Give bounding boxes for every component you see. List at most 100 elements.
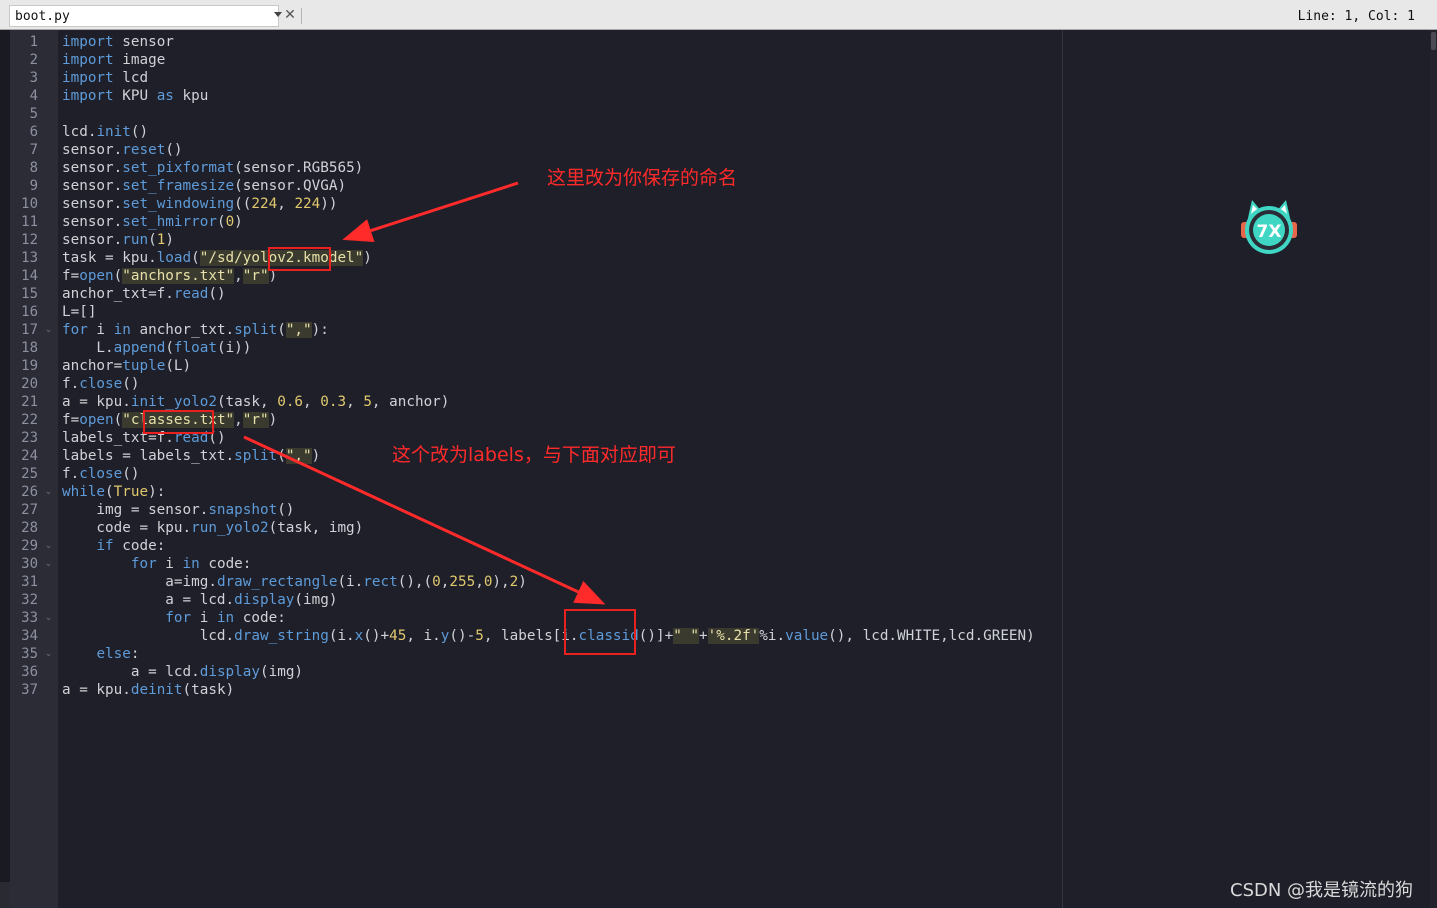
scrollbar-thumb[interactable] [1431, 32, 1436, 50]
code-token: ()]+ [638, 628, 674, 644]
code-line[interactable]: for i in code: [62, 609, 286, 627]
annotation-model-name: 这里改为你保存的命名 [547, 167, 738, 189]
code-line[interactable]: sensor.set_hmirror(0) [62, 213, 243, 231]
cat-avatar-icon: 7X [1241, 200, 1297, 254]
code-token: (),( [397, 574, 433, 590]
code-token: 224 [251, 196, 278, 212]
code-token: ): [148, 484, 166, 500]
line-number: 12 [21, 232, 38, 248]
code-token: append [113, 340, 166, 356]
code-line[interactable]: while(True): [62, 483, 165, 501]
code-line[interactable]: img = sensor.snapshot() [62, 501, 294, 519]
code-token: close [79, 376, 123, 392]
code-token: anchor_txt=f. [62, 286, 174, 302]
code-token: labels = labels_txt. [62, 448, 235, 464]
code-line[interactable]: L=[] [62, 303, 96, 321]
code-line[interactable]: a = kpu.init_yolo2(task, 0.6, 0.3, 5, an… [62, 393, 449, 411]
code-line[interactable]: a = lcd.display(img) [62, 591, 337, 609]
code-token: img = sensor. [62, 502, 209, 518]
code-token: lcd [113, 70, 149, 86]
code-token: in [182, 556, 200, 572]
line-number: 35 [21, 646, 38, 662]
code-line[interactable]: import lcd [62, 69, 148, 87]
code-token: ) [234, 214, 243, 230]
code-line[interactable]: sensor.reset() [62, 141, 183, 159]
code-token: anchor_txt. [130, 322, 235, 338]
code-token: KPU [113, 88, 157, 104]
vertical-scrollbar[interactable] [1430, 30, 1437, 908]
tab-boot-py[interactable]: boot.py [9, 5, 282, 27]
line-number: 31 [21, 574, 38, 590]
code-token: , [475, 574, 484, 590]
code-token: (i)) [216, 340, 252, 356]
code-token: ( [277, 448, 286, 464]
code-line[interactable]: else: [62, 645, 139, 663]
code-line[interactable]: a = kpu.deinit(task) [62, 681, 234, 699]
code-line[interactable]: for i in anchor_txt.split(","): [62, 321, 329, 339]
code-token: x [354, 628, 364, 644]
code-token: ) [518, 574, 527, 590]
code-token: float [173, 340, 217, 356]
line-number-gutter: 1 2 3 4 5 6 7 8 9 10 11 12 13 14 15 16 17 ⌄ 18 19 20 21 22 23 24… [10, 30, 58, 908]
code-token: "r" [242, 268, 269, 284]
code-token: (i. [337, 574, 364, 590]
code-line[interactable]: f.close() [62, 375, 139, 393]
code-token: 224 [294, 196, 321, 212]
fold-chevron-icon[interactable]: ⌄ [44, 542, 53, 551]
annotation-labels: 这个改为labels，与下面对应即可 [392, 444, 676, 466]
fold-chevron-icon[interactable]: ⌄ [44, 560, 53, 569]
code-token: else [96, 646, 131, 662]
code-token: 0.6 [277, 394, 304, 410]
code-token: for [165, 610, 192, 626]
right-margin-guide [1062, 30, 1063, 908]
code-token: sensor. [62, 196, 123, 212]
line-number: 27 [21, 502, 38, 518]
code-token: a = lcd. [62, 664, 200, 680]
fold-chevron-icon[interactable]: ⌄ [44, 326, 53, 335]
code-editor[interactable]: import sensor import image import lcd impor… [58, 30, 1430, 908]
code-line[interactable]: if code: [62, 537, 165, 555]
code-token: code: [234, 610, 286, 626]
fold-chevron-icon[interactable]: ⌄ [44, 488, 53, 497]
highlight-box-labels [564, 609, 636, 655]
code-line[interactable]: L.append(float(i)) [62, 339, 251, 357]
code-line[interactable]: anchor_txt=f.read() [62, 285, 226, 303]
code-line[interactable]: a = lcd.display(img) [62, 663, 303, 681]
line-number: 10 [21, 196, 38, 212]
code-line[interactable]: lcd.draw_string(i.x()+45, i.y()-5, label… [62, 627, 1035, 645]
code-token: task = kpu. [62, 250, 157, 266]
code-line[interactable]: import sensor [62, 33, 174, 51]
line-number: 20 [21, 376, 38, 392]
code-token: (( [234, 196, 252, 212]
code-token: (sensor.RGB565) [234, 160, 364, 176]
code-line[interactable]: sensor.set_windowing((224, 224)) [62, 195, 337, 213]
code-line[interactable]: import image [62, 51, 165, 69]
code-token: f. [62, 466, 80, 482]
code-line[interactable]: sensor.set_pixformat(sensor.RGB565) [62, 159, 363, 177]
code-line[interactable]: sensor.set_framesize(sensor.QVGA) [62, 177, 346, 195]
code-token: kpu [173, 88, 209, 104]
code-line[interactable]: code = kpu.run_yolo2(task, img) [62, 519, 363, 537]
code-token: 0 [225, 214, 235, 230]
code-token: (task) [182, 682, 235, 698]
code-line[interactable]: sensor.run(1) [62, 231, 174, 249]
close-icon[interactable]: ✕ [282, 6, 298, 24]
fold-chevron-icon[interactable]: ⌄ [44, 614, 53, 623]
code-line[interactable]: anchor=tuple(L) [62, 357, 191, 375]
code-line[interactable]: lcd.init() [62, 123, 148, 141]
line-number: 36 [21, 664, 38, 680]
code-token: ()- [449, 628, 476, 644]
line-number: 21 [21, 394, 38, 410]
code-line[interactable]: labels = labels_txt.split(",") [62, 447, 320, 465]
code-line[interactable]: for i in code: [62, 555, 252, 573]
code-token: (task, img) [268, 520, 364, 536]
code-token: set_framesize [122, 178, 235, 194]
chevron-down-icon[interactable] [274, 12, 282, 17]
code-line[interactable]: f=open("anchors.txt","r") [62, 267, 277, 285]
code-token: L=[] [62, 304, 97, 320]
code-line[interactable]: f.close() [62, 465, 139, 483]
code-line[interactable]: a=img.draw_rectangle(i.rect(),(0,255,0),… [62, 573, 527, 591]
code-line[interactable]: import KPU as kpu [62, 87, 208, 105]
fold-chevron-icon[interactable]: ⌄ [44, 650, 53, 659]
